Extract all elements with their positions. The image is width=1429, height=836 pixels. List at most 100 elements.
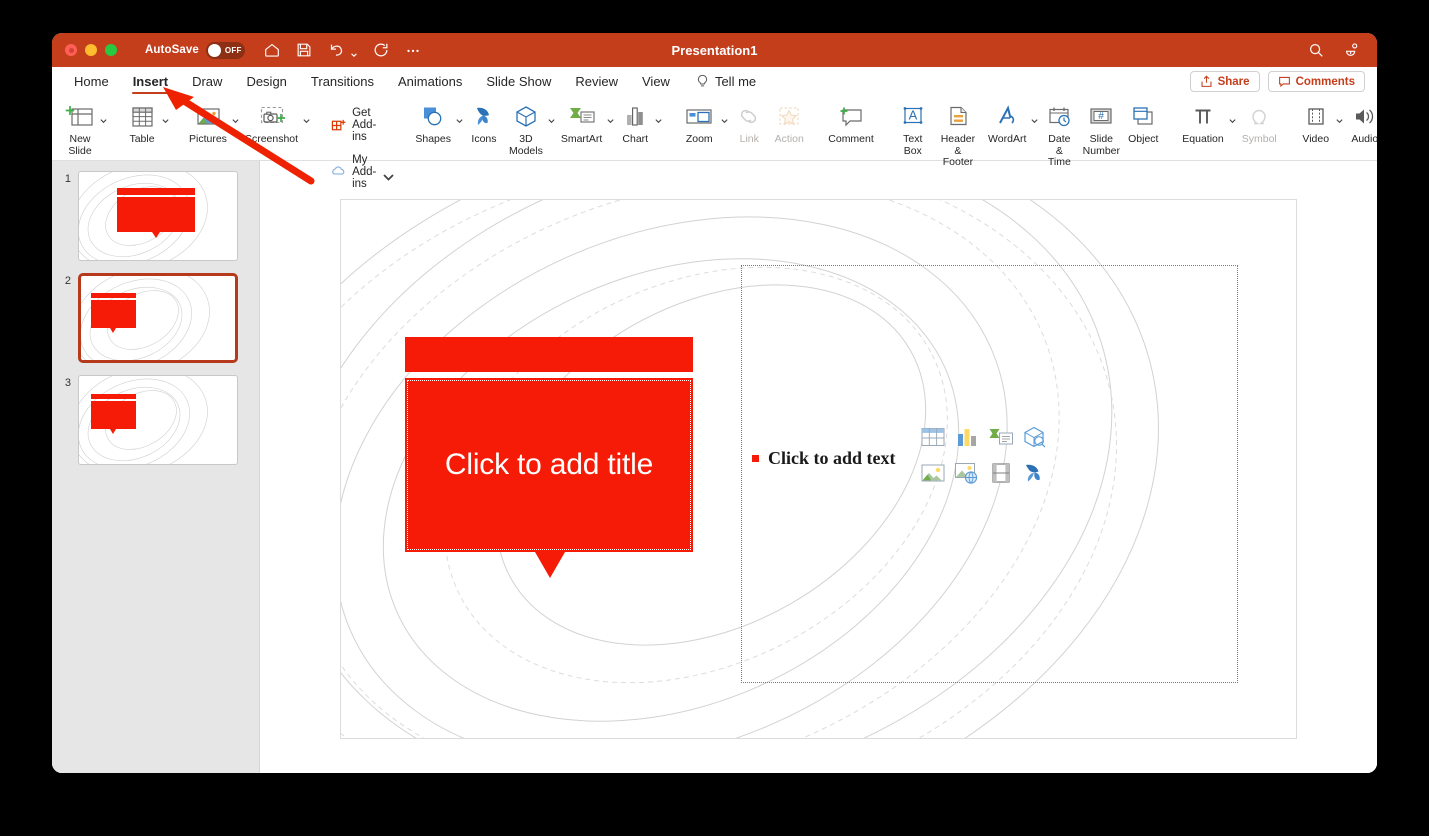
table-button[interactable]: Table: [122, 99, 162, 146]
wordart-chevron-down-icon[interactable]: [1030, 112, 1039, 124]
tab-transitions[interactable]: Transitions: [299, 74, 386, 95]
thumbnail-item[interactable]: 3: [52, 375, 259, 477]
video-chevron-down-icon[interactable]: [1335, 112, 1344, 124]
autosave-toggle[interactable]: OFF: [205, 41, 245, 59]
insert-icons-icon[interactable]: [1018, 459, 1052, 487]
text-box-button[interactable]: A Text Box: [893, 99, 933, 157]
wordart-label: WordArt: [988, 133, 1027, 145]
comment-button[interactable]: Comment: [823, 99, 879, 146]
new-slide-chevron-down-icon[interactable]: [99, 112, 108, 124]
title-accent-bar: [405, 336, 693, 372]
link-label: Link: [739, 133, 759, 145]
insert-video-icon[interactable]: [984, 459, 1018, 487]
wordart-button[interactable]: WordArt: [983, 99, 1031, 146]
smartart-button[interactable]: SmartArt: [556, 99, 607, 146]
tab-animations[interactable]: Animations: [386, 74, 474, 95]
save-icon[interactable]: [295, 41, 313, 59]
thumbnail-number: 3: [64, 377, 71, 389]
my-addins-chevron-down-icon[interactable]: [381, 169, 394, 181]
wordart-icon: [992, 101, 1022, 133]
pictures-icon: [192, 101, 224, 133]
text-box-icon: A: [898, 101, 928, 133]
equation-chevron-down-icon[interactable]: [1228, 112, 1237, 124]
minimize-button[interactable]: [85, 44, 97, 56]
pictures-chevron-down-icon[interactable]: [231, 112, 240, 124]
thumbnail-slide-2[interactable]: [78, 273, 238, 363]
thumbnail-slide-3[interactable]: [78, 375, 238, 465]
chart-button[interactable]: Chart: [615, 99, 655, 146]
insert-chart-icon[interactable]: [950, 423, 984, 451]
shapes-chevron-down-icon[interactable]: [455, 112, 464, 124]
content-insert-icons: [916, 423, 1052, 487]
3d-models-button[interactable]: 3D Models: [504, 99, 548, 157]
tab-draw[interactable]: Draw: [180, 74, 234, 95]
thumbnail-item[interactable]: 2: [52, 273, 259, 375]
undo-icon[interactable]: [327, 41, 345, 59]
insert-smartart-icon[interactable]: [984, 423, 1018, 451]
tab-review[interactable]: Review: [563, 74, 630, 95]
title-callout-tail: [535, 551, 565, 578]
symbol-label: Symbol: [1241, 133, 1277, 145]
slide-number-label: Slide Number: [1082, 133, 1121, 157]
shapes-button[interactable]: Shapes: [410, 99, 456, 146]
pictures-label: Pictures: [189, 133, 227, 145]
insert-picture-icon[interactable]: [916, 459, 950, 487]
slide-thumbnail-panel[interactable]: 1 2 3: [52, 161, 260, 773]
my-addins-button[interactable]: My Add-ins: [325, 152, 396, 192]
maximize-button[interactable]: [105, 44, 117, 56]
tab-insert[interactable]: Insert: [121, 74, 180, 95]
smartart-icon: [566, 101, 598, 133]
search-icon[interactable]: [1307, 41, 1325, 59]
thumbnail-slide-1[interactable]: [78, 171, 238, 261]
zoom-button[interactable]: Zoom: [677, 99, 721, 146]
slide-canvas-area: Click to add title Click to add text: [260, 161, 1377, 773]
new-slide-button[interactable]: New Slide: [60, 99, 100, 157]
insert-table-icon[interactable]: [916, 423, 950, 451]
content-placeholder[interactable]: Click to add text: [741, 264, 1238, 683]
table-chevron-down-icon[interactable]: [161, 112, 170, 124]
tab-view[interactable]: View: [630, 74, 682, 95]
get-addins-icon: [331, 119, 346, 130]
tab-design[interactable]: Design: [234, 74, 298, 95]
close-button[interactable]: [65, 44, 77, 56]
insert-3d-model-icon[interactable]: [1018, 423, 1052, 451]
more-icon[interactable]: [404, 41, 422, 59]
icons-button[interactable]: Icons: [464, 99, 504, 146]
ribbon-display-options-icon[interactable]: [1343, 41, 1361, 59]
tab-home[interactable]: Home: [62, 74, 121, 95]
get-addins-button[interactable]: Get Add-ins: [325, 105, 396, 145]
3d-models-chevron-down-icon[interactable]: [547, 112, 556, 124]
pictures-button[interactable]: Pictures: [184, 99, 232, 146]
undo-chevron-down-icon[interactable]: [350, 46, 358, 57]
object-button[interactable]: Object: [1123, 99, 1163, 146]
tab-slide-show[interactable]: Slide Show: [474, 74, 563, 95]
title-placeholder[interactable]: Click to add title: [405, 336, 693, 578]
quick-access-toolbar: [263, 41, 422, 59]
equation-button[interactable]: Equation: [1177, 99, 1228, 146]
screenshot-chevron-down-icon[interactable]: [302, 112, 311, 124]
screenshot-button[interactable]: Screenshot: [240, 99, 303, 146]
ribbon-group-illustrations: Shapes Icons 3D Models SmartArt Chart: [410, 99, 663, 159]
chart-chevron-down-icon[interactable]: [654, 112, 663, 124]
thumbnail-item[interactable]: 1: [52, 171, 259, 273]
slide-number-button[interactable]: # Slide Number: [1079, 99, 1123, 157]
video-button[interactable]: Video: [1296, 99, 1336, 146]
zoom-chevron-down-icon[interactable]: [720, 112, 729, 124]
tell-me-box[interactable]: Tell me: [682, 74, 766, 95]
autosave-control[interactable]: AutoSave OFF: [145, 41, 245, 59]
slide-canvas[interactable]: Click to add title Click to add text: [340, 198, 1297, 739]
object-icon: [1128, 101, 1158, 133]
home-icon[interactable]: [263, 41, 281, 59]
content-placeholder-line[interactable]: Click to add text: [752, 448, 896, 469]
window-controls[interactable]: [65, 44, 117, 56]
smartart-chevron-down-icon[interactable]: [606, 112, 615, 124]
audio-button[interactable]: Audio: [1344, 99, 1377, 146]
date-time-button[interactable]: Date & Time: [1039, 99, 1079, 169]
redo-icon[interactable]: [372, 41, 390, 59]
share-button[interactable]: Share: [1189, 71, 1260, 92]
comments-button[interactable]: Comments: [1267, 71, 1365, 92]
header-footer-button[interactable]: Header & Footer: [933, 99, 983, 169]
content-placeholder-text[interactable]: Click to add text: [768, 448, 896, 469]
insert-online-picture-icon[interactable]: [950, 459, 984, 487]
equation-label: Equation: [1182, 133, 1224, 145]
